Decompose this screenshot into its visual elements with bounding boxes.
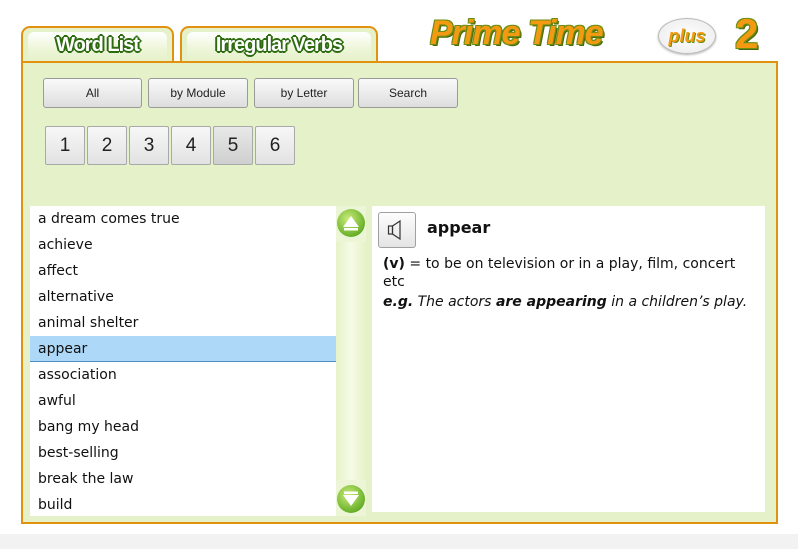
module-1-label: 1	[59, 134, 71, 156]
list-item[interactable]: affect	[30, 258, 336, 284]
list-item[interactable]: build	[30, 492, 336, 516]
list-item[interactable]: break the law	[30, 466, 336, 492]
word-list: a dream comes true achieve affect altern…	[30, 206, 336, 516]
module-5-button[interactable]: 5	[213, 126, 253, 165]
module-5-label: 5	[227, 134, 239, 156]
list-item[interactable]: alternative	[30, 284, 336, 310]
list-item-selected[interactable]: appear	[30, 336, 336, 362]
list-item[interactable]: awful	[30, 388, 336, 414]
example-label: e.g.	[383, 294, 414, 310]
entry-definition: (v) = to be on television or in a play, …	[383, 255, 758, 291]
filter-by-letter-label: by Letter	[280, 86, 328, 100]
scroll-up-icon[interactable]	[337, 209, 365, 237]
entry-example: e.g. The actors are appearing in a child…	[383, 293, 758, 311]
bottom-strip	[0, 534, 798, 549]
filter-by-module-button[interactable]: by Module	[148, 78, 248, 108]
filter-all-label: All	[85, 86, 100, 100]
word-list-scrollbar[interactable]	[336, 206, 366, 516]
definition-panel: appear (v) = to be on television or in a…	[372, 206, 765, 512]
filter-by-module-label: by Module	[170, 86, 226, 100]
app-logo: Prime Time plus 2	[430, 10, 780, 58]
module-2-button[interactable]: 2	[87, 126, 127, 165]
example-text-after: in a children’s play.	[606, 294, 748, 310]
list-item[interactable]: association	[30, 362, 336, 388]
list-item[interactable]: a dream comes true	[30, 206, 336, 232]
list-item[interactable]: bang my head	[30, 414, 336, 440]
module-2-label: 2	[101, 134, 113, 156]
example-text-before: The actors	[413, 294, 496, 310]
logo-badge-text: plus	[668, 25, 706, 46]
entry-headword: appear	[427, 218, 491, 237]
module-4-label: 4	[185, 134, 197, 156]
search-button-label: Search	[388, 86, 428, 100]
tab-irregular-verbs[interactable]: Irregular Verbs	[180, 26, 378, 62]
logo-badge: plus	[658, 18, 716, 54]
module-4-button[interactable]: 4	[171, 126, 211, 165]
play-audio-button[interactable]	[378, 212, 416, 248]
example-emphasis: are appearing	[495, 294, 607, 310]
module-1-button[interactable]: 1	[45, 126, 85, 165]
speaker-icon	[387, 219, 401, 241]
list-item[interactable]: animal shelter	[30, 310, 336, 336]
module-3-button[interactable]: 3	[129, 126, 169, 165]
tab-irregular-verbs-label: Irregular Verbs	[215, 33, 343, 56]
module-6-label: 6	[269, 134, 281, 156]
module-6-button[interactable]: 6	[255, 126, 295, 165]
list-item[interactable]: best-selling	[30, 440, 336, 466]
scroll-track[interactable]	[336, 242, 366, 480]
main-panel: All by Module by Letter Search 1 2 3 4 5…	[21, 61, 778, 524]
logo-title: Prime Time	[430, 14, 604, 52]
scroll-down-icon[interactable]	[337, 485, 365, 513]
tab-word-list[interactable]: Word List	[21, 26, 174, 62]
module-3-label: 3	[143, 134, 155, 156]
entry-pos: (v)	[383, 256, 405, 272]
filter-by-letter-button[interactable]: by Letter	[254, 78, 354, 108]
filter-all-button[interactable]: All	[43, 78, 142, 108]
search-button[interactable]: Search	[358, 78, 458, 108]
entry-definition-text: = to be on television or in a play, film…	[383, 256, 736, 290]
logo-number: 2	[735, 10, 759, 57]
tab-word-list-label: Word List	[56, 33, 140, 56]
list-item[interactable]: achieve	[30, 232, 336, 258]
